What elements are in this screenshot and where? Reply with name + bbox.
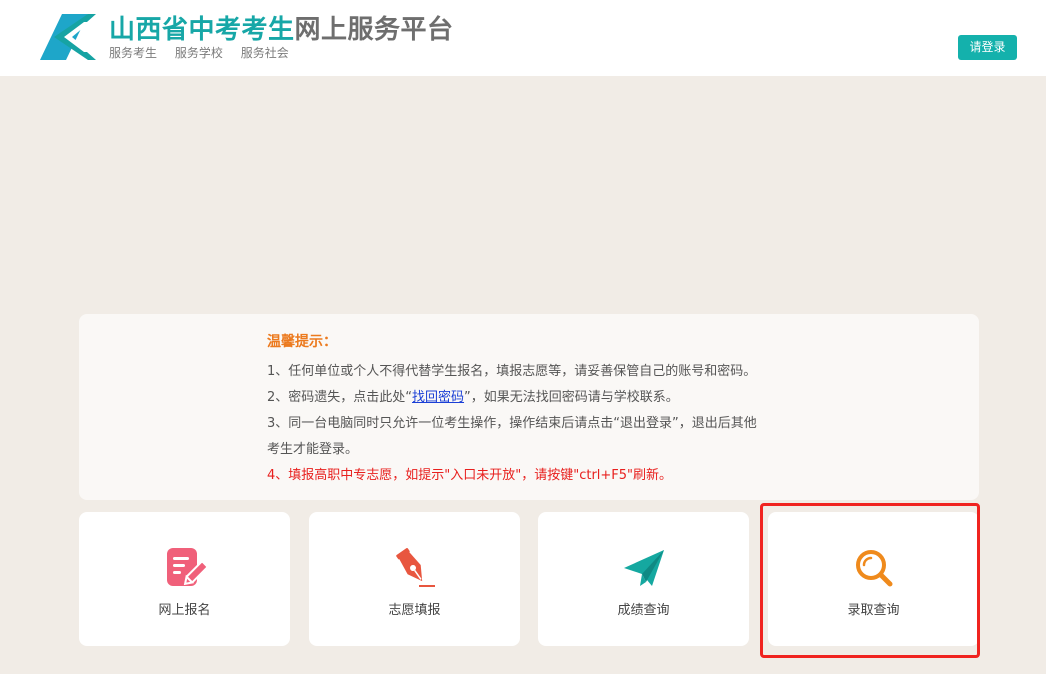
card-volunteer-filling[interactable]: 志愿填报	[309, 512, 520, 646]
platform-title: 山西省中考考生网上服务平台	[109, 13, 454, 47]
notice-title: 温馨提示：	[267, 334, 337, 350]
card-admission-query[interactable]: 录取查询	[768, 512, 979, 646]
notice-line-2: 2、密码遗失，点击此处“找回密码”，如果无法找回密码请与学校联系。	[267, 389, 679, 407]
notice-line-3b: 考生才能登录。	[267, 442, 359, 457]
card-online-registration[interactable]: 网上报名	[79, 512, 290, 646]
notice-line-2-suffix: ”，如果无法找回密码请与学校联系。	[464, 390, 679, 405]
subtitle-item: 服务社会	[240, 46, 289, 60]
notice-line-3a: 3、同一台电脑同时只允许一位考生操作，操作结束后请点击“退出登录”，退出后其他	[267, 416, 757, 431]
platform-subtitle: 服务考生 服务学校 服务社会	[109, 45, 303, 61]
notice-line-1: 1、任何单位或个人不得代替学生报名，填报志愿等，请妥善保管自己的账号和密码。	[267, 364, 757, 379]
card-label: 志愿填报	[388, 603, 441, 618]
login-button[interactable]: 请登录	[958, 35, 1017, 60]
paper-plane-icon	[623, 550, 664, 586]
card-label: 录取查询	[847, 603, 900, 618]
subtitle-item: 服务考生	[109, 46, 158, 60]
notice-line-2-prefix: 2、密码遗失，点击此处“	[267, 390, 413, 405]
notice-panel: 温馨提示： 1、任何单位或个人不得代替学生报名，填报志愿等，请妥善保管自己的账号…	[79, 314, 979, 500]
platform-title-gray: 网上服务平台	[294, 15, 454, 45]
subtitle-item: 服务学校	[174, 46, 223, 60]
card-label: 成绩查询	[617, 603, 670, 618]
notice-line-4: 4、填报高职中专志愿，如提示"入口未开放"，请按键"ctrl+F5"刷新。	[267, 468, 673, 483]
edit-note-icon	[166, 548, 207, 586]
magnifier-icon	[855, 550, 892, 587]
platform-logo-icon	[40, 14, 96, 60]
recover-password-link[interactable]: 找回密码	[412, 390, 464, 405]
top-header: 山西省中考考生网上服务平台 服务考生 服务学校 服务社会 请登录	[0, 0, 1046, 76]
card-label: 网上报名	[158, 603, 211, 618]
platform-title-teal: 山西省中考考生	[109, 15, 295, 45]
pen-nib-icon	[395, 547, 435, 587]
card-score-query[interactable]: 成绩查询	[538, 512, 749, 646]
